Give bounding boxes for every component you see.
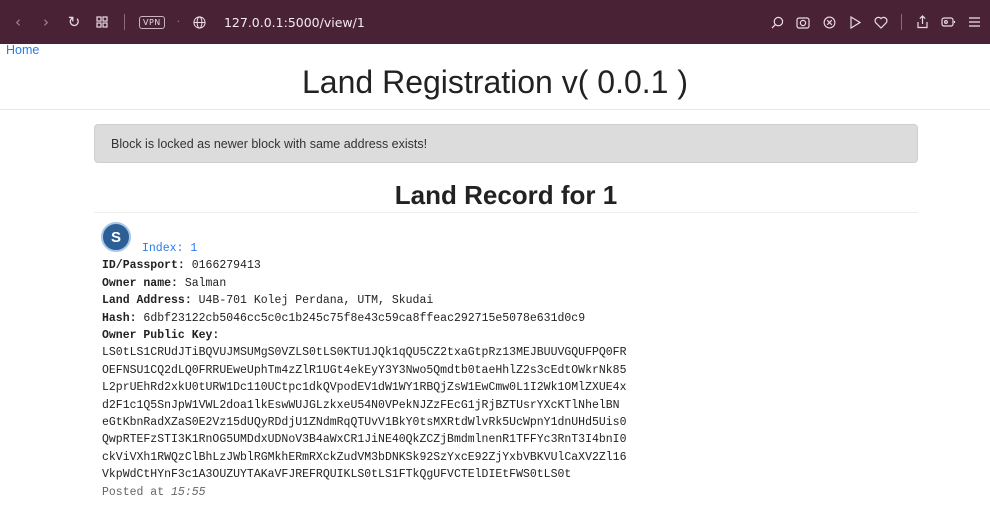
battery-icon[interactable] <box>940 14 956 30</box>
address-bar[interactable]: 127.0.0.1:5000/view/1 <box>224 15 365 30</box>
toolbar-divider <box>901 14 902 30</box>
play-icon[interactable] <box>847 14 863 30</box>
globe-icon <box>192 14 208 30</box>
page-title: Land Registration v( 0.0.1 ) <box>302 64 688 100</box>
camera-icon[interactable] <box>795 14 811 30</box>
land-record: Index: 1 ID/Passport: 0166279413 Owner n… <box>102 240 802 501</box>
record-index: Index: 1 <box>102 240 802 257</box>
id-value: 0166279413 <box>191 259 261 273</box>
posted-time-value: 15:55 <box>171 485 206 499</box>
divider <box>94 212 918 213</box>
pubkey-line: L2prUEhRd2xkU0tURW1Dc110UCtpc1dkQVpodEV1… <box>102 381 627 395</box>
menu-icon[interactable] <box>966 14 982 30</box>
posted-prefix: Posted at <box>102 485 165 499</box>
divider <box>0 109 990 110</box>
pubkey-line: eGtKbnRadXZaS0E2Vz15dUQyRDdjU1ZNdmRqQTUv… <box>102 416 627 430</box>
owner-label: Owner name: <box>102 276 178 290</box>
index-value: 1 <box>190 242 198 255</box>
pubkey-line: QwpRTEFzSTI3K1RnOG5UMDdxUDNoV3B4aWxCR1Ji… <box>102 433 627 447</box>
hash-value: 6dbf23122cb5046cc5c0c1b245c75f8e43c59ca8… <box>143 311 586 325</box>
owner-row: Owner name: Salman <box>102 275 802 292</box>
tabs-grid-icon[interactable] <box>94 14 110 30</box>
id-row: ID/Passport: 0166279413 <box>102 257 802 274</box>
locked-alert: Block is locked as newer block with same… <box>94 124 918 163</box>
posted-time: Posted at 15:55 <box>102 484 802 501</box>
record-title: Land Record for 1 <box>394 180 618 210</box>
address-value: U4B-701 Kolej Perdana, UTM, Skudai <box>198 294 434 308</box>
reload-icon[interactable]: ↻ <box>66 14 82 30</box>
pubkey-line: ckViVXh1RWQzClBhLzJWblRGMkhERmRXckZudVM3… <box>102 450 627 464</box>
index-label: Index: <box>142 242 184 255</box>
hash-label: Hash: <box>102 311 137 325</box>
separator-dot: · <box>176 16 180 28</box>
address-label: Land Address: <box>102 294 192 308</box>
pubkey-line: d2F1c1Q5SnJpW1VWL2doa1lkEswWUJGLzkxeU54N… <box>102 398 620 412</box>
browser-toolbar: ‹ › ↻ VPN · 127.0.0.1:5000/view/1 <box>0 0 990 44</box>
pubkey-line: LS0tLS1CRUdJTiBQVUJMSUMgS0VZLS0tLS0KTU1J… <box>102 346 627 360</box>
search-icon[interactable] <box>769 14 785 30</box>
pubkey-line: VkpWdCtHYnF3c1A3OUZUYTAKaVFJREFRQUIKLS0t… <box>102 468 572 482</box>
back-icon[interactable]: ‹ <box>10 14 26 30</box>
address-row: Land Address: U4B-701 Kolej Perdana, UTM… <box>102 292 802 309</box>
block-icon[interactable] <box>821 14 837 30</box>
forward-icon[interactable]: › <box>38 14 54 30</box>
owner-value: Salman <box>184 276 227 290</box>
home-link[interactable]: Home <box>6 43 39 57</box>
pubkey-line: OEFNSU1CQ2dLQ0FRRUEweUphTm4zZlR1UGt4ekEy… <box>102 363 627 377</box>
heart-icon[interactable] <box>873 14 889 30</box>
pubkey-row: Owner Public Key: <box>102 327 802 344</box>
hash-row: Hash: 6dbf23122cb5046cc5c0c1b245c75f8e43… <box>102 310 802 327</box>
share-icon[interactable] <box>914 14 930 30</box>
pubkey-label: Owner Public Key: <box>102 329 220 343</box>
vpn-badge[interactable]: VPN <box>139 15 165 29</box>
toolbar-divider <box>124 14 125 30</box>
id-label: ID/Passport: <box>102 259 185 273</box>
